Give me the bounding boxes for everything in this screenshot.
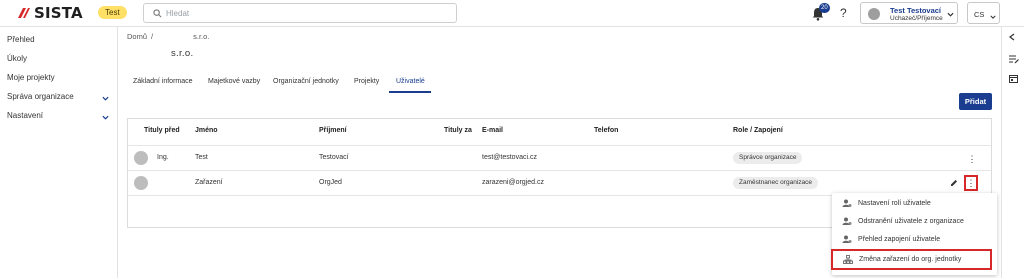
search-input[interactable] xyxy=(166,5,446,21)
row-context-menu: Nastavení rolí uživatele Odstranění uživ… xyxy=(831,193,997,275)
app-logo[interactable]: SISTA xyxy=(17,4,83,22)
tab-ownership[interactable]: Majetkové vazby xyxy=(208,78,260,85)
column-header: Jméno xyxy=(195,127,218,134)
cell-titles-before: Ing. xyxy=(157,154,169,161)
cell-email: zarazeni@orgjed.cz xyxy=(482,179,544,186)
menu-item-remove-user[interactable]: Odstranění uživatele z organizace xyxy=(832,213,997,231)
page-title: s.r.o. xyxy=(171,48,194,59)
column-header: E-mail xyxy=(482,127,504,134)
chevron-down-icon xyxy=(947,10,954,19)
menu-item-set-roles[interactable]: Nastavení rolí uživatele xyxy=(832,195,997,213)
add-user-button[interactable]: Přidat xyxy=(959,93,992,110)
cell-first-name: Test xyxy=(195,154,208,161)
active-tab-indicator xyxy=(389,91,431,93)
tab-projects[interactable]: Projekty xyxy=(354,78,379,85)
role-badge: Zaměstnanec organizace xyxy=(733,177,818,189)
environment-badge: Test xyxy=(98,6,127,19)
search-icon xyxy=(153,9,162,20)
collapse-chevron-left-icon[interactable] xyxy=(1009,33,1015,43)
breadcrumb-home[interactable]: Domů xyxy=(127,32,147,41)
calendar-icon[interactable] xyxy=(1009,74,1018,85)
chevron-down-icon xyxy=(102,113,109,122)
column-header: Příjmení xyxy=(319,127,347,134)
sidebar-item-settings[interactable]: Nastavení xyxy=(7,111,111,123)
sidebar-item-organization[interactable]: Správa organizace xyxy=(7,92,111,104)
right-rail xyxy=(1001,27,1024,278)
table-row[interactable]: Zařazení OrgJed zarazeni@orgjed.cz Zaměs… xyxy=(128,170,991,195)
column-header: Tituly před xyxy=(144,127,180,134)
user-remove-icon xyxy=(842,217,852,228)
breadcrumb-separator: / xyxy=(151,32,154,41)
chevron-down-icon xyxy=(990,12,996,21)
menu-item-user-involvement[interactable]: Přehled zapojení uživatele xyxy=(832,231,997,249)
cell-email: test@testovaci.cz xyxy=(482,154,537,161)
sidebar-item-overview[interactable]: Přehled xyxy=(7,35,111,47)
user-name: Test Testovací xyxy=(890,6,941,15)
sidebar: Přehled Úkoly Moje projekty Správa organ… xyxy=(0,27,118,278)
menu-item-change-org-unit[interactable]: Změna zařazení do org. jednotky xyxy=(831,249,992,270)
help-icon[interactable]: ? xyxy=(840,6,847,20)
cell-first-name: Zařazení xyxy=(195,179,223,186)
language-value: CS xyxy=(974,10,985,19)
notifications-count-badge: 20 xyxy=(819,3,830,13)
tab-org-units[interactable]: Organizační jednotky xyxy=(273,78,339,85)
org-structure-icon xyxy=(843,255,853,266)
user-role: Uchazeč/Příjemce xyxy=(890,15,943,22)
sidebar-item-my-projects[interactable]: Moje projekty xyxy=(7,73,111,85)
column-header: Telefon xyxy=(594,127,619,134)
user-avatar-icon xyxy=(134,151,148,165)
column-header: Tituly za xyxy=(444,127,472,134)
table-row[interactable]: Ing. Test Testovací test@testovaci.cz Sp… xyxy=(128,145,991,170)
row-more-button[interactable]: ⋮ xyxy=(966,153,978,165)
sidebar-item-tasks[interactable]: Úkoly xyxy=(7,54,111,66)
notes-icon[interactable] xyxy=(1009,55,1019,66)
breadcrumb-current: s.r.o. xyxy=(193,32,210,41)
logo-mark-icon xyxy=(17,6,31,20)
user-avatar-icon xyxy=(134,176,148,190)
top-header: SISTA Test 20 ? Test Testovací Uchazeč/P… xyxy=(0,0,1024,27)
logo-text: SISTA xyxy=(34,4,83,22)
row-more-button[interactable]: ⋮ xyxy=(964,175,978,191)
edit-pencil-icon[interactable] xyxy=(950,179,958,189)
tab-users[interactable]: Uživatelé xyxy=(396,78,425,85)
user-avatar xyxy=(868,8,880,20)
user-menu[interactable]: Test Testovací Uchazeč/Příjemce xyxy=(860,2,958,24)
chevron-down-icon xyxy=(102,94,109,103)
language-select[interactable]: CS xyxy=(967,2,1000,24)
users-gear-icon xyxy=(842,199,852,210)
role-badge: Správce organizace xyxy=(733,152,803,164)
breadcrumb: Domů / s.r.o. xyxy=(127,32,209,41)
column-header: Role / Zapojení xyxy=(733,127,783,134)
cell-last-name: Testovací xyxy=(319,154,349,161)
cell-last-name: OrgJed xyxy=(319,179,342,186)
tab-basic-info[interactable]: Základní informace xyxy=(133,78,193,85)
search-box xyxy=(143,3,457,23)
user-overview-icon xyxy=(842,235,852,246)
